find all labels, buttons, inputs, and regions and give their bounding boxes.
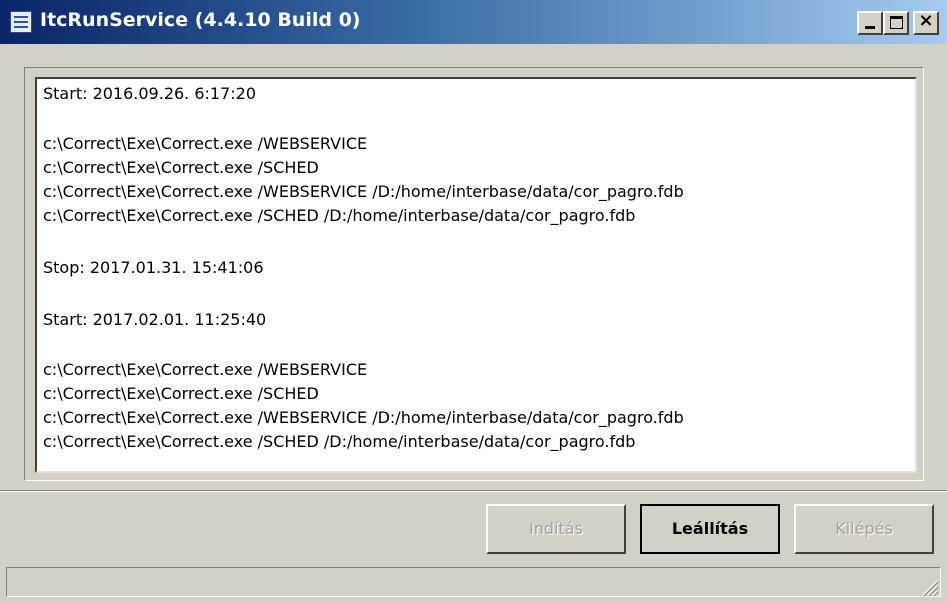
close-button[interactable]: × <box>913 10 939 35</box>
exit-button[interactable]: Kilépés <box>794 504 934 554</box>
maximize-button[interactable] <box>883 11 909 35</box>
minimize-button[interactable] <box>857 11 883 35</box>
log-line: c:\Correct\Exe\Correct.exe /WEBSERVICE <box>43 134 368 153</box>
stop-button[interactable]: Leállítás <box>640 504 780 554</box>
log-line: c:\Correct\Exe\Correct.exe /WEBSERVICE /… <box>43 408 684 427</box>
app-icon[interactable] <box>10 11 32 33</box>
log-line: c:\Correct\Exe\Correct.exe /SCHED /D:/ho… <box>43 206 636 225</box>
title-bar[interactable]: ItcRunService (4.4.10 Build 0) × <box>0 0 947 44</box>
status-bar <box>6 567 941 597</box>
window-title: ItcRunService (4.4.10 Build 0) <box>40 9 361 31</box>
log-line: c:\Correct\Exe\Correct.exe /SCHED <box>43 158 319 177</box>
log-line: Stop: 2017.01.31. 15:41:06 <box>43 258 264 277</box>
main-window: ItcRunService (4.4.10 Build 0) × Start: … <box>0 0 947 602</box>
log-memo[interactable]: Start: 2016.09.26. 6:17:20 c:\Correct\Ex… <box>35 77 917 473</box>
maximize-icon <box>890 16 903 29</box>
log-line: c:\Correct\Exe\Correct.exe /SCHED <box>43 384 319 403</box>
start-button[interactable]: Indítás <box>486 504 626 554</box>
log-line: Start: 2017.02.01. 11:25:40 <box>43 310 267 329</box>
log-line: c:\Correct\Exe\Correct.exe /WEBSERVICE /… <box>43 182 684 201</box>
log-line: c:\Correct\Exe\Correct.exe /WEBSERVICE <box>43 360 368 379</box>
close-icon: × <box>918 10 934 31</box>
log-line: c:\Correct\Exe\Correct.exe /SCHED /D:/ho… <box>43 432 636 451</box>
log-line: Start: 2016.09.26. 6:17:20 <box>43 84 257 103</box>
resize-grip-icon[interactable] <box>917 575 939 597</box>
minimize-icon <box>865 26 875 29</box>
separator <box>0 490 947 492</box>
